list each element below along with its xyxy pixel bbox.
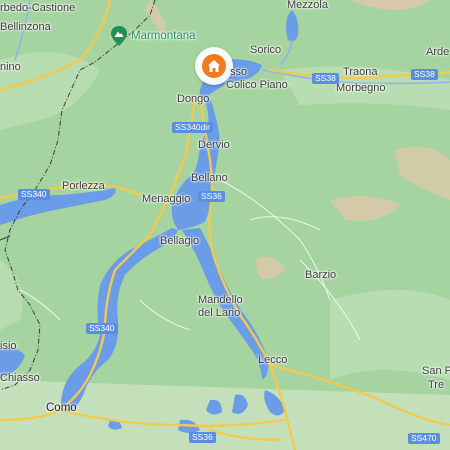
poi-label-marmontana[interactable]: Marmontana [131, 30, 196, 43]
town-label[interactable]: Mezzola [287, 0, 328, 11]
road-shield: SS38 [411, 69, 438, 81]
town-label[interactable]: isio [0, 341, 17, 352]
town-label[interactable]: Dervio [198, 140, 230, 151]
town-label[interactable]: sso [230, 67, 247, 78]
town-label[interactable]: Arde [426, 47, 449, 58]
road-shield: SS38 [312, 73, 339, 85]
town-label[interactable]: Como [46, 402, 77, 415]
town-label[interactable]: Porlezza [62, 181, 105, 192]
town-label[interactable]: Barzio [305, 270, 336, 281]
town-label[interactable]: Mandello del Lario [198, 294, 243, 319]
town-label[interactable]: rbedo-Castione [0, 3, 75, 14]
road-shield: SS340 [86, 323, 118, 335]
town-label[interactable]: Traona [343, 67, 377, 78]
town-label[interactable]: Morbegno [336, 83, 386, 94]
town-label[interactable]: Bellinzona [0, 22, 51, 33]
town-label[interactable]: Bellagio [160, 236, 199, 247]
town-label[interactable]: Sorico [250, 45, 281, 56]
town-label[interactable]: Dongo [177, 94, 209, 105]
home-icon [208, 60, 220, 72]
road-shield: SS36 [189, 432, 216, 444]
town-label[interactable]: Colico Piano [226, 80, 288, 91]
mountain-pin-icon[interactable] [110, 25, 128, 47]
town-label[interactable]: Lecco [258, 355, 287, 366]
road-shield: SS340dir [172, 122, 213, 134]
town-label[interactable]: nino [0, 62, 21, 73]
road-shield: SS470 [408, 433, 440, 445]
town-label[interactable]: San P [422, 366, 450, 377]
road-shield: SS340 [18, 189, 50, 201]
town-label[interactable]: Tre [428, 380, 444, 391]
town-label[interactable]: Menaggio [142, 194, 190, 205]
town-label[interactable]: Chiasso [0, 373, 40, 384]
road-shield: SS36 [198, 191, 225, 203]
town-label[interactable]: Bellano [191, 173, 228, 184]
